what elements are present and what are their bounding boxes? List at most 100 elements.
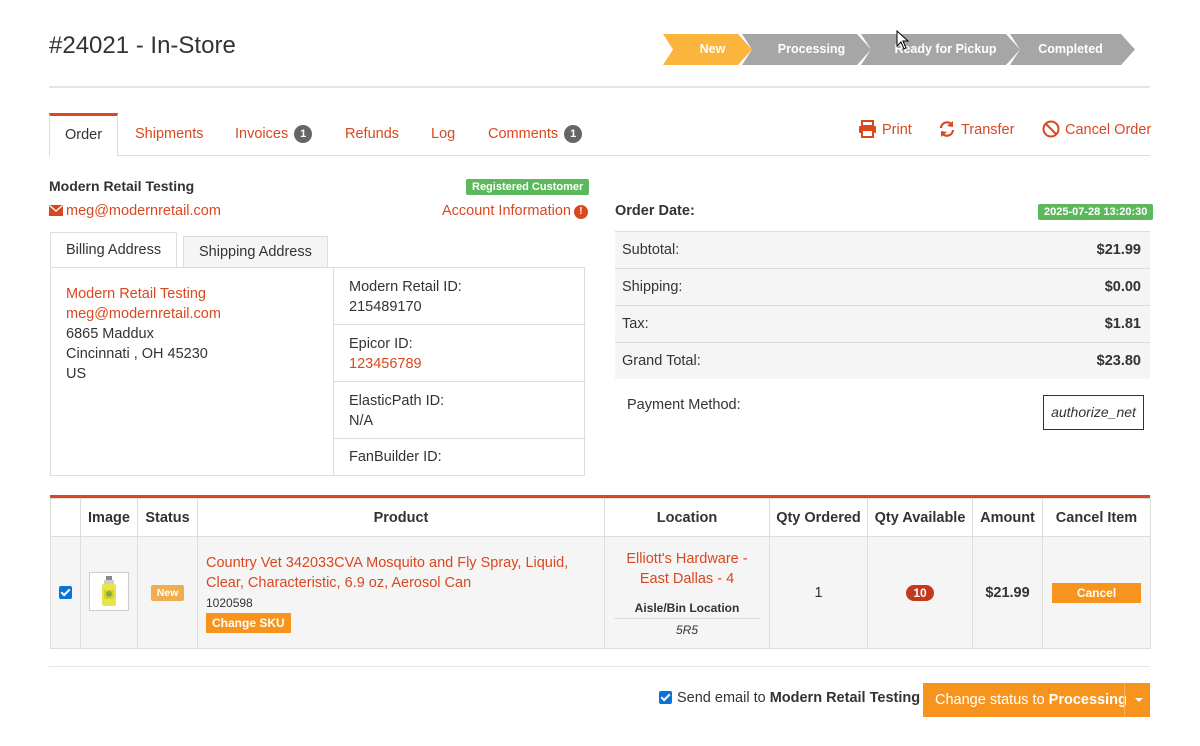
- id-value: N/A: [349, 413, 374, 429]
- row-qty-ordered: 1: [769, 536, 868, 649]
- account-information-label: Account Information: [442, 203, 571, 219]
- change-status-button[interactable]: Change status to Processing: [923, 683, 1150, 717]
- totals-row: Tax: $1.81: [615, 305, 1150, 342]
- chevron-down-icon[interactable]: [1124, 683, 1150, 717]
- change-status-prefix: Change status to: [935, 692, 1049, 708]
- id-label: Epicor ID:: [349, 336, 413, 352]
- id-row: ElasticPath ID: N/A: [334, 382, 586, 439]
- step-new[interactable]: New: [673, 34, 752, 65]
- footer-divider: [49, 666, 1150, 667]
- tab-comments[interactable]: Comments 1: [488, 113, 583, 156]
- change-status-label: Change status to Processing: [935, 683, 1127, 717]
- tab-invoices[interactable]: Invoices 1: [235, 113, 313, 156]
- send-email-option: Send email to Modern Retail Testing: [659, 690, 920, 706]
- col-header-location: Location: [604, 498, 770, 537]
- tab-shipping-address[interactable]: Shipping Address: [183, 236, 328, 268]
- tab-comments-label: Comments: [488, 126, 559, 142]
- print-button[interactable]: Print: [858, 120, 912, 140]
- info-icon: !: [573, 205, 588, 219]
- id-row: Epicor ID: 123456789: [334, 325, 586, 382]
- id-row: Modern Retail ID: 215489170: [334, 268, 586, 325]
- mouse-cursor-icon: [896, 30, 910, 50]
- cancel-item-button[interactable]: Cancel: [1052, 582, 1141, 603]
- totals-label: Tax:: [622, 316, 649, 332]
- cancel-order-button[interactable]: Cancel Order: [1042, 120, 1151, 140]
- step-ready-for-pickup[interactable]: Ready for Pickup: [871, 34, 1020, 65]
- totals-value: $1.81: [1104, 316, 1141, 332]
- billing-name-link[interactable]: Modern Retail Testing: [66, 284, 221, 304]
- customer-ids: Modern Retail ID: 215489170 Epicor ID: 1…: [333, 268, 586, 475]
- status-badge: New: [150, 585, 185, 601]
- id-label: FanBuilder ID:: [349, 449, 442, 465]
- bin-location-label: Aisle/Bin Location: [614, 601, 760, 619]
- col-header-qty-ordered: Qty Ordered: [769, 498, 868, 537]
- billing-country: US: [66, 366, 87, 382]
- row-status-cell: New: [137, 536, 198, 649]
- page-title: #24021 - In-Store: [49, 32, 236, 59]
- col-header-qty-available: Qty Available: [867, 498, 973, 537]
- registered-customer-badge: Registered Customer: [466, 179, 590, 195]
- customer-email-link[interactable]: meg@modernretail.com: [49, 203, 221, 219]
- account-information-link[interactable]: Account Information!: [442, 203, 588, 219]
- totals-value: $21.99: [1096, 242, 1141, 258]
- send-email-checkbox[interactable]: [659, 691, 672, 704]
- qty-available-badge: 10: [906, 584, 934, 601]
- customer-name: Modern Retail Testing: [49, 178, 195, 194]
- totals-row: Subtotal: $21.99: [615, 231, 1150, 268]
- col-header-status: Status: [137, 498, 198, 537]
- id-label: ElasticPath ID:: [349, 393, 445, 409]
- tab-invoices-label: Invoices: [235, 126, 289, 142]
- id-value: 215489170: [349, 299, 422, 315]
- location-link[interactable]: Elliott's Hardware - East Dallas - 4: [606, 549, 768, 589]
- invoices-count-badge: 1: [294, 125, 313, 144]
- totals-label: Shipping:: [622, 279, 683, 295]
- row-product-cell: Country Vet 342033CVA Mosquito and Fly S…: [197, 536, 605, 649]
- totals-label: Grand Total:: [622, 353, 701, 369]
- aerosol-can-icon: [102, 575, 116, 606]
- row-image-cell: [80, 536, 138, 649]
- order-date-label: Order Date:: [615, 203, 695, 219]
- totals-value: $0.00: [1104, 279, 1141, 295]
- tab-log[interactable]: Log: [431, 113, 455, 156]
- cancel-order-label: Cancel Order: [1065, 122, 1152, 138]
- table-header-row: Image Status Product Location Qty Ordere…: [50, 498, 1151, 537]
- order-totals: Subtotal: $21.99 Shipping: $0.00 Tax: $1.81…: [615, 231, 1150, 379]
- tab-shipments[interactable]: Shipments: [135, 113, 204, 156]
- transfer-label: Transfer: [961, 122, 1015, 138]
- payment-method-value: authorize_net: [1043, 395, 1144, 430]
- step-completed[interactable]: Completed: [1020, 34, 1121, 65]
- row-location-cell: Elliott's Hardware - East Dallas - 4 Ais…: [604, 536, 770, 649]
- tab-order[interactable]: Order: [49, 113, 119, 157]
- order-items-table: Image Status Product Location Qty Ordere…: [50, 495, 1151, 649]
- row-checkbox[interactable]: [59, 586, 72, 600]
- epicor-id-link[interactable]: 123456789: [349, 354, 586, 374]
- product-sku: 1020598: [206, 595, 253, 610]
- tab-refunds[interactable]: Refunds: [345, 113, 399, 156]
- header-divider: [49, 86, 1150, 88]
- address-panel: Modern Retail Testing meg@modernretail.c…: [50, 267, 586, 476]
- col-header-product: Product: [197, 498, 605, 537]
- product-name-link[interactable]: Country Vet 342033CVA Mosquito and Fly S…: [206, 553, 603, 593]
- billing-email-link[interactable]: meg@modernretail.com: [66, 304, 221, 324]
- col-header-select: [50, 498, 81, 537]
- table-row: New Country Vet 342033CVA Mosquito and F…: [50, 536, 1151, 649]
- change-sku-button[interactable]: Change SKU: [206, 612, 291, 633]
- tab-billing-address[interactable]: Billing Address: [50, 232, 178, 268]
- product-thumbnail[interactable]: [89, 571, 129, 611]
- step-processing[interactable]: Processing: [752, 34, 871, 65]
- col-header-amount: Amount: [972, 498, 1043, 537]
- billing-street: 6865 Maddux: [66, 326, 154, 342]
- customer-email-text: meg@modernretail.com: [66, 203, 221, 219]
- transfer-button[interactable]: Transfer: [938, 120, 1014, 140]
- printer-icon: [859, 120, 876, 138]
- totals-label: Subtotal:: [622, 242, 680, 258]
- billing-address: Modern Retail Testing meg@modernretail.c…: [66, 284, 221, 384]
- totals-row: Shipping: $0.00: [615, 268, 1150, 305]
- row-amount: $21.99: [972, 536, 1043, 649]
- col-header-image: Image: [80, 498, 138, 537]
- row-qty-available-cell: 10: [867, 536, 973, 649]
- totals-value: $23.80: [1096, 353, 1141, 369]
- row-select-cell: [50, 536, 81, 649]
- change-status-target: Processing: [1048, 692, 1127, 708]
- envelope-icon: [49, 205, 63, 216]
